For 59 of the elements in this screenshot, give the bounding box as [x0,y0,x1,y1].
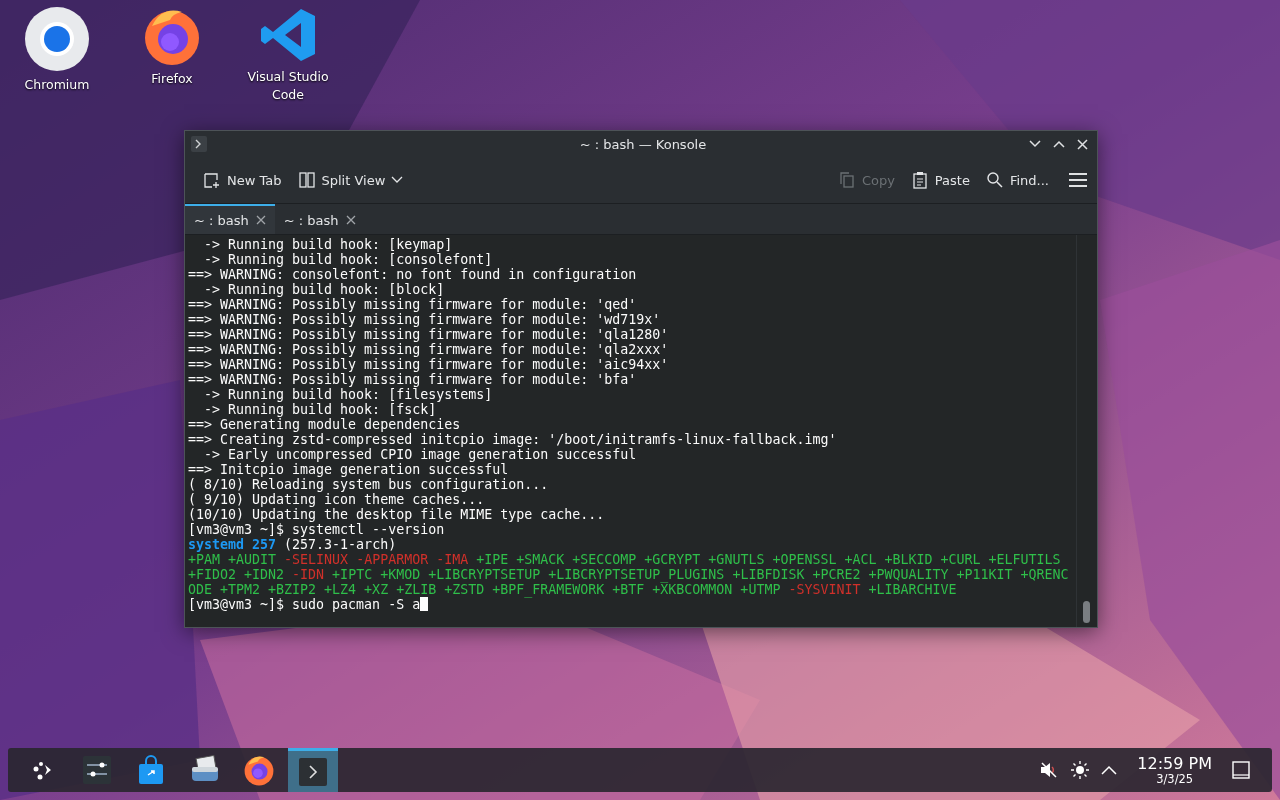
terminal-tab[interactable]: ~ : bash [274,204,365,234]
desktop-icon-label[interactable]: Chromium [9,76,105,94]
shopping-bag-icon [137,755,165,785]
terminal-line: +PAM +AUDIT -SELINUX -APPARMOR -IMA +IPE +SMACK +SECCOMP +GCRYPT +GNUTLS +OPENSSL +ACL +BLKID +CURL +ELFUTILS [188,552,1061,567]
code-editor-icon[interactable] [259,6,317,64]
terminal-line: ==> Creating zstd-compressed initcpio image: '/boot/initramfs-linux-fallback.img' [188,432,837,447]
terminal-line: ==> WARNING: Possibly missing firmware for module: 'qla1280' [188,327,669,342]
toolbar-button[interactable]: New Tab [199,167,286,193]
terminal-line: -> Running build hook: [block] [203,282,445,297]
taskbar-app[interactable] [288,748,338,792]
split-view-icon [297,171,316,189]
terminal-tab[interactable]: ~ : bash [185,204,275,234]
terminal-line: (10/10) Updating the desktop file MIME type cache... [188,507,605,522]
terminal-line: ==> WARNING: Possibly missing firmware for module: 'qed' [188,297,637,312]
brightness-icon[interactable] [1071,761,1090,779]
caret-up-icon[interactable] [1101,765,1118,775]
close-icon[interactable] [345,215,356,225]
terminal-line: +FIDO2 +IDN2 -IDN +IPTC +KMOD +LIBCRYPTSETUP +LIBCRYPTSETUP_PLUGINS +LIBFDISK +PCRE2 +PWQUALITY +P11KIT +QRENC [188,567,1069,582]
terminal-app-icon [191,136,207,152]
terminal-line: -> Early uncompressed CPIO image generation successful [203,447,637,462]
toolbar-button[interactable]: Split View [293,167,408,193]
show-desktop-icon[interactable] [1232,761,1250,779]
fox-icon [243,754,275,786]
minimize-icon[interactable] [1029,140,1041,148]
terminal-output[interactable] [185,235,1097,627]
terminal-line: [vm3@vm3 ~]$ systemctl --version [188,522,445,537]
search-icon [985,171,1004,189]
desktop-icon-label[interactable]: Visual Studio Code [240,68,336,104]
clock[interactable]: 12:59 PM 3/3/25 [1137,754,1212,786]
terminal-line: ==> WARNING: Possibly missing firmware for module: 'bfa' [188,372,637,387]
terminal-line: ( 9/10) Updating icon theme caches... [188,492,485,507]
globe-icon[interactable] [24,6,90,72]
copy-icon [837,171,856,189]
terminal-icon [299,757,327,786]
terminal-line: -> Running build hook: [fsck] [203,402,437,417]
terminal-line: systemd 257 (257.3-1-arch) [188,537,397,552]
window-title: ~ : bash — Konsole [578,136,708,152]
toolbar-button[interactable]: Paste [906,167,974,193]
terminal-line: -> Running build hook: [consolefont] [203,252,493,267]
terminal-line: ==> Generating module dependencies [188,417,461,432]
close-icon[interactable] [255,215,266,225]
new-tab-icon [203,171,221,189]
terminal-line: ODE +TPM2 +BZIP2 +LZ4 +XZ +ZLIB +ZSTD +BPF_FRAMEWORK +BTF +XKBCOMMON +UTMP -SYSVINIT +LIBARCHIVE [188,582,957,597]
terminal-line: ==> WARNING: consolefont: no font found in configuration [188,267,637,282]
terminal-line: -> Running build hook: [keymap] [203,237,453,252]
terminal-line: ==> WARNING: Possibly missing firmware for module: 'aic94xx' [188,357,669,372]
sliders-icon [82,755,112,785]
terminal-line: ==> WARNING: Possibly missing firmware for module: 'qla2xxx' [188,342,669,357]
terminal-line: ==> Initcpio image generation successful [188,462,509,477]
clipboard-icon [910,171,929,189]
terminal-line: [vm3@vm3 ~]$ sudo pacman -S a [188,597,421,612]
terminal-line: ==> WARNING: Possibly missing firmware for module: 'wd719x' [188,312,661,327]
menu-icon[interactable] [1069,173,1087,187]
maximize-icon[interactable] [1053,140,1065,148]
terminal-line: -> Running build hook: [filesystems] [203,387,493,402]
desktop-icon-label[interactable]: Firefox [124,70,220,88]
toolbar-button[interactable]: Find... [981,167,1053,193]
terminal-line: ( 8/10) Reloading system bus configuration... [188,477,549,492]
caret-down-icon[interactable] [391,176,404,184]
